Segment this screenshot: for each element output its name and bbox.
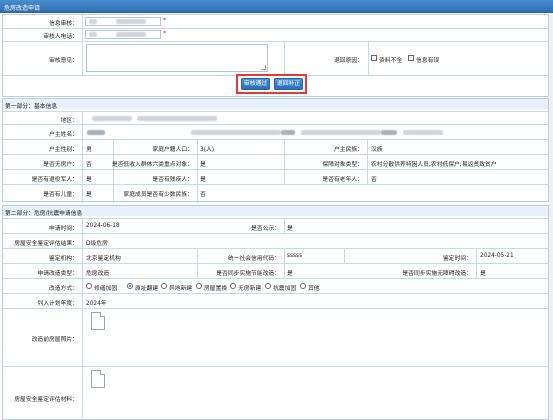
publicized-value: 是 [287,226,293,232]
reviewer-phone-input[interactable] [85,30,161,39]
soldier-label: 是否有退役军人： [31,177,78,183]
window-title: 危房改造申请 [4,5,41,12]
basic-info-panel: 第一部分：基本信息 地区： 户主姓名： 户主性别： 男 家庭户籍人口： 3(人)… [2,98,549,203]
children-value: 是 [86,192,92,198]
low-income-value: 是 [200,162,206,168]
method-radio-other[interactable] [300,283,306,289]
no-house-value: 否 [86,162,92,168]
household-pop-label: 家庭户籍人口： [152,147,193,153]
danger-info-panel: 第二部分：危房/抗震申请信息 申请时间： 2024-06-18 是否公示： 是 … [2,205,549,420]
before-photo-label: 改造前房屋照片： [31,337,78,343]
section-header: 第二部分：危房/抗震申请信息 [3,206,548,217]
disabled-value: 是 [200,177,206,183]
reviewer-label: 信息审核： [49,21,78,27]
method-option-label: 房屋置换 [204,286,228,292]
method-option-label: 异地新建 [169,286,193,292]
opinion-textarea[interactable] [86,44,268,72]
household-pop-value: 3(人) [200,147,215,153]
reviewer-input[interactable] [85,17,161,26]
safety-material-image[interactable] [91,370,105,388]
method-radio-replace[interactable] [196,283,202,289]
return-option-label: 信息有误 [416,58,440,64]
safety-material-label: 房屋安全鉴定评估材料： [14,397,78,403]
assist-type-value: 农村分散供养特困人员;农村低保户;易返贫致贫户 [371,162,497,168]
method-option-label: 原址翻建 [135,286,159,292]
safety-result-value: D级危房 [86,241,108,247]
appraisal-time-label: 鉴定时间： [443,256,472,262]
soldier-value: 是 [86,177,92,183]
ethnicity-label: 户主民族： [334,147,363,153]
method-radio-rebuild[interactable] [127,283,133,289]
method-radio-repair[interactable] [86,283,92,289]
opinion-label: 审核意见： [49,58,78,64]
plan-year-value: 2024年 [86,301,107,307]
minority-label: 家庭成员是否有少数民族： [123,192,193,198]
return-reason-label: 退回原因： [334,58,363,64]
method-option-label: 其他 [308,286,320,292]
method-option-label: 无房新建 [238,286,262,292]
minority-value: 否 [200,192,206,198]
method-label: 改造方式： [49,286,78,292]
appraisal-time-value: 2024-05-21 [480,253,514,259]
owner-gender-value: 男 [86,147,92,153]
method-radio-relocate[interactable] [161,283,167,289]
elderly-label: 是否有老年人： [322,177,363,183]
section-title: 第一部分：基本信息 [5,104,58,110]
elderly-value: 否 [371,177,377,183]
publicized-label: 是否公示： [251,226,280,232]
action-buttons-highlight: 审核通过 退回补正 [236,74,307,94]
owner-name-label: 户主姓名： [49,132,78,138]
reviewer-phone-label: 审核人电话： [43,34,78,40]
safety-result-label: 房屋安全鉴定评估结果： [14,241,78,247]
owner-gender-label: 户主性别： [49,147,78,153]
return-option-label: 资料不全 [379,58,403,64]
method-option-label: 修缮加固 [94,286,118,292]
children-label: 是否有儿童： [43,192,78,198]
no-house-label: 是否无房户： [43,162,78,168]
credit-code-label: 统一社会信用代码： [227,256,280,262]
return-button[interactable]: 退回补正 [274,78,303,90]
energy-label: 是否同步实施节能改造： [216,271,280,277]
method-radio-new[interactable] [230,283,236,289]
barrier-free-label: 是否同步实施无障碍改造： [402,271,472,277]
resize-handle[interactable] [261,65,266,70]
region-value [92,116,132,121]
method-radio-seismic[interactable] [265,283,271,289]
return-option-wrong-checkbox[interactable] [408,55,414,61]
owner-name-value [87,130,105,135]
region-label: 地区： [60,118,78,124]
apply-time-label: 申请时间： [49,226,78,232]
required-mark: * [163,30,166,37]
assist-type-label: 保障对象类型： [322,162,363,168]
before-photo-image[interactable] [91,312,105,330]
vertical-scrollbar[interactable] [549,13,553,420]
low-income-label: 是否低收入群体六类重点对象： [111,162,193,168]
apply-type-value: 危房改造 [86,271,110,277]
appraisal-org-value: 北京鉴定机构 [86,256,121,262]
apply-type-label: 申请改造类型： [37,271,78,277]
disabled-label: 是否有残疾人： [152,177,193,183]
ethnicity-value: 汉族 [371,147,383,153]
barrier-free-value: 是 [480,271,486,277]
window-titlebar: 危房改造申请 [0,0,553,13]
energy-value: 是 [287,271,293,277]
plan-year-label: 列入计划年度： [37,301,78,307]
appraisal-org-label: 鉴定机构： [49,256,78,262]
approve-button[interactable]: 审核通过 [241,78,270,90]
credit-code-value: sssss [287,253,303,259]
section-title: 第二部分：危房/抗震申请信息 [5,211,83,217]
return-option-incomplete-checkbox[interactable] [371,55,377,61]
required-mark: * [163,17,166,24]
method-option-label: 抗震加固 [273,286,297,292]
apply-time-value: 2024-06-18 [86,223,120,229]
section-header: 第一部分：基本信息 [3,99,548,110]
